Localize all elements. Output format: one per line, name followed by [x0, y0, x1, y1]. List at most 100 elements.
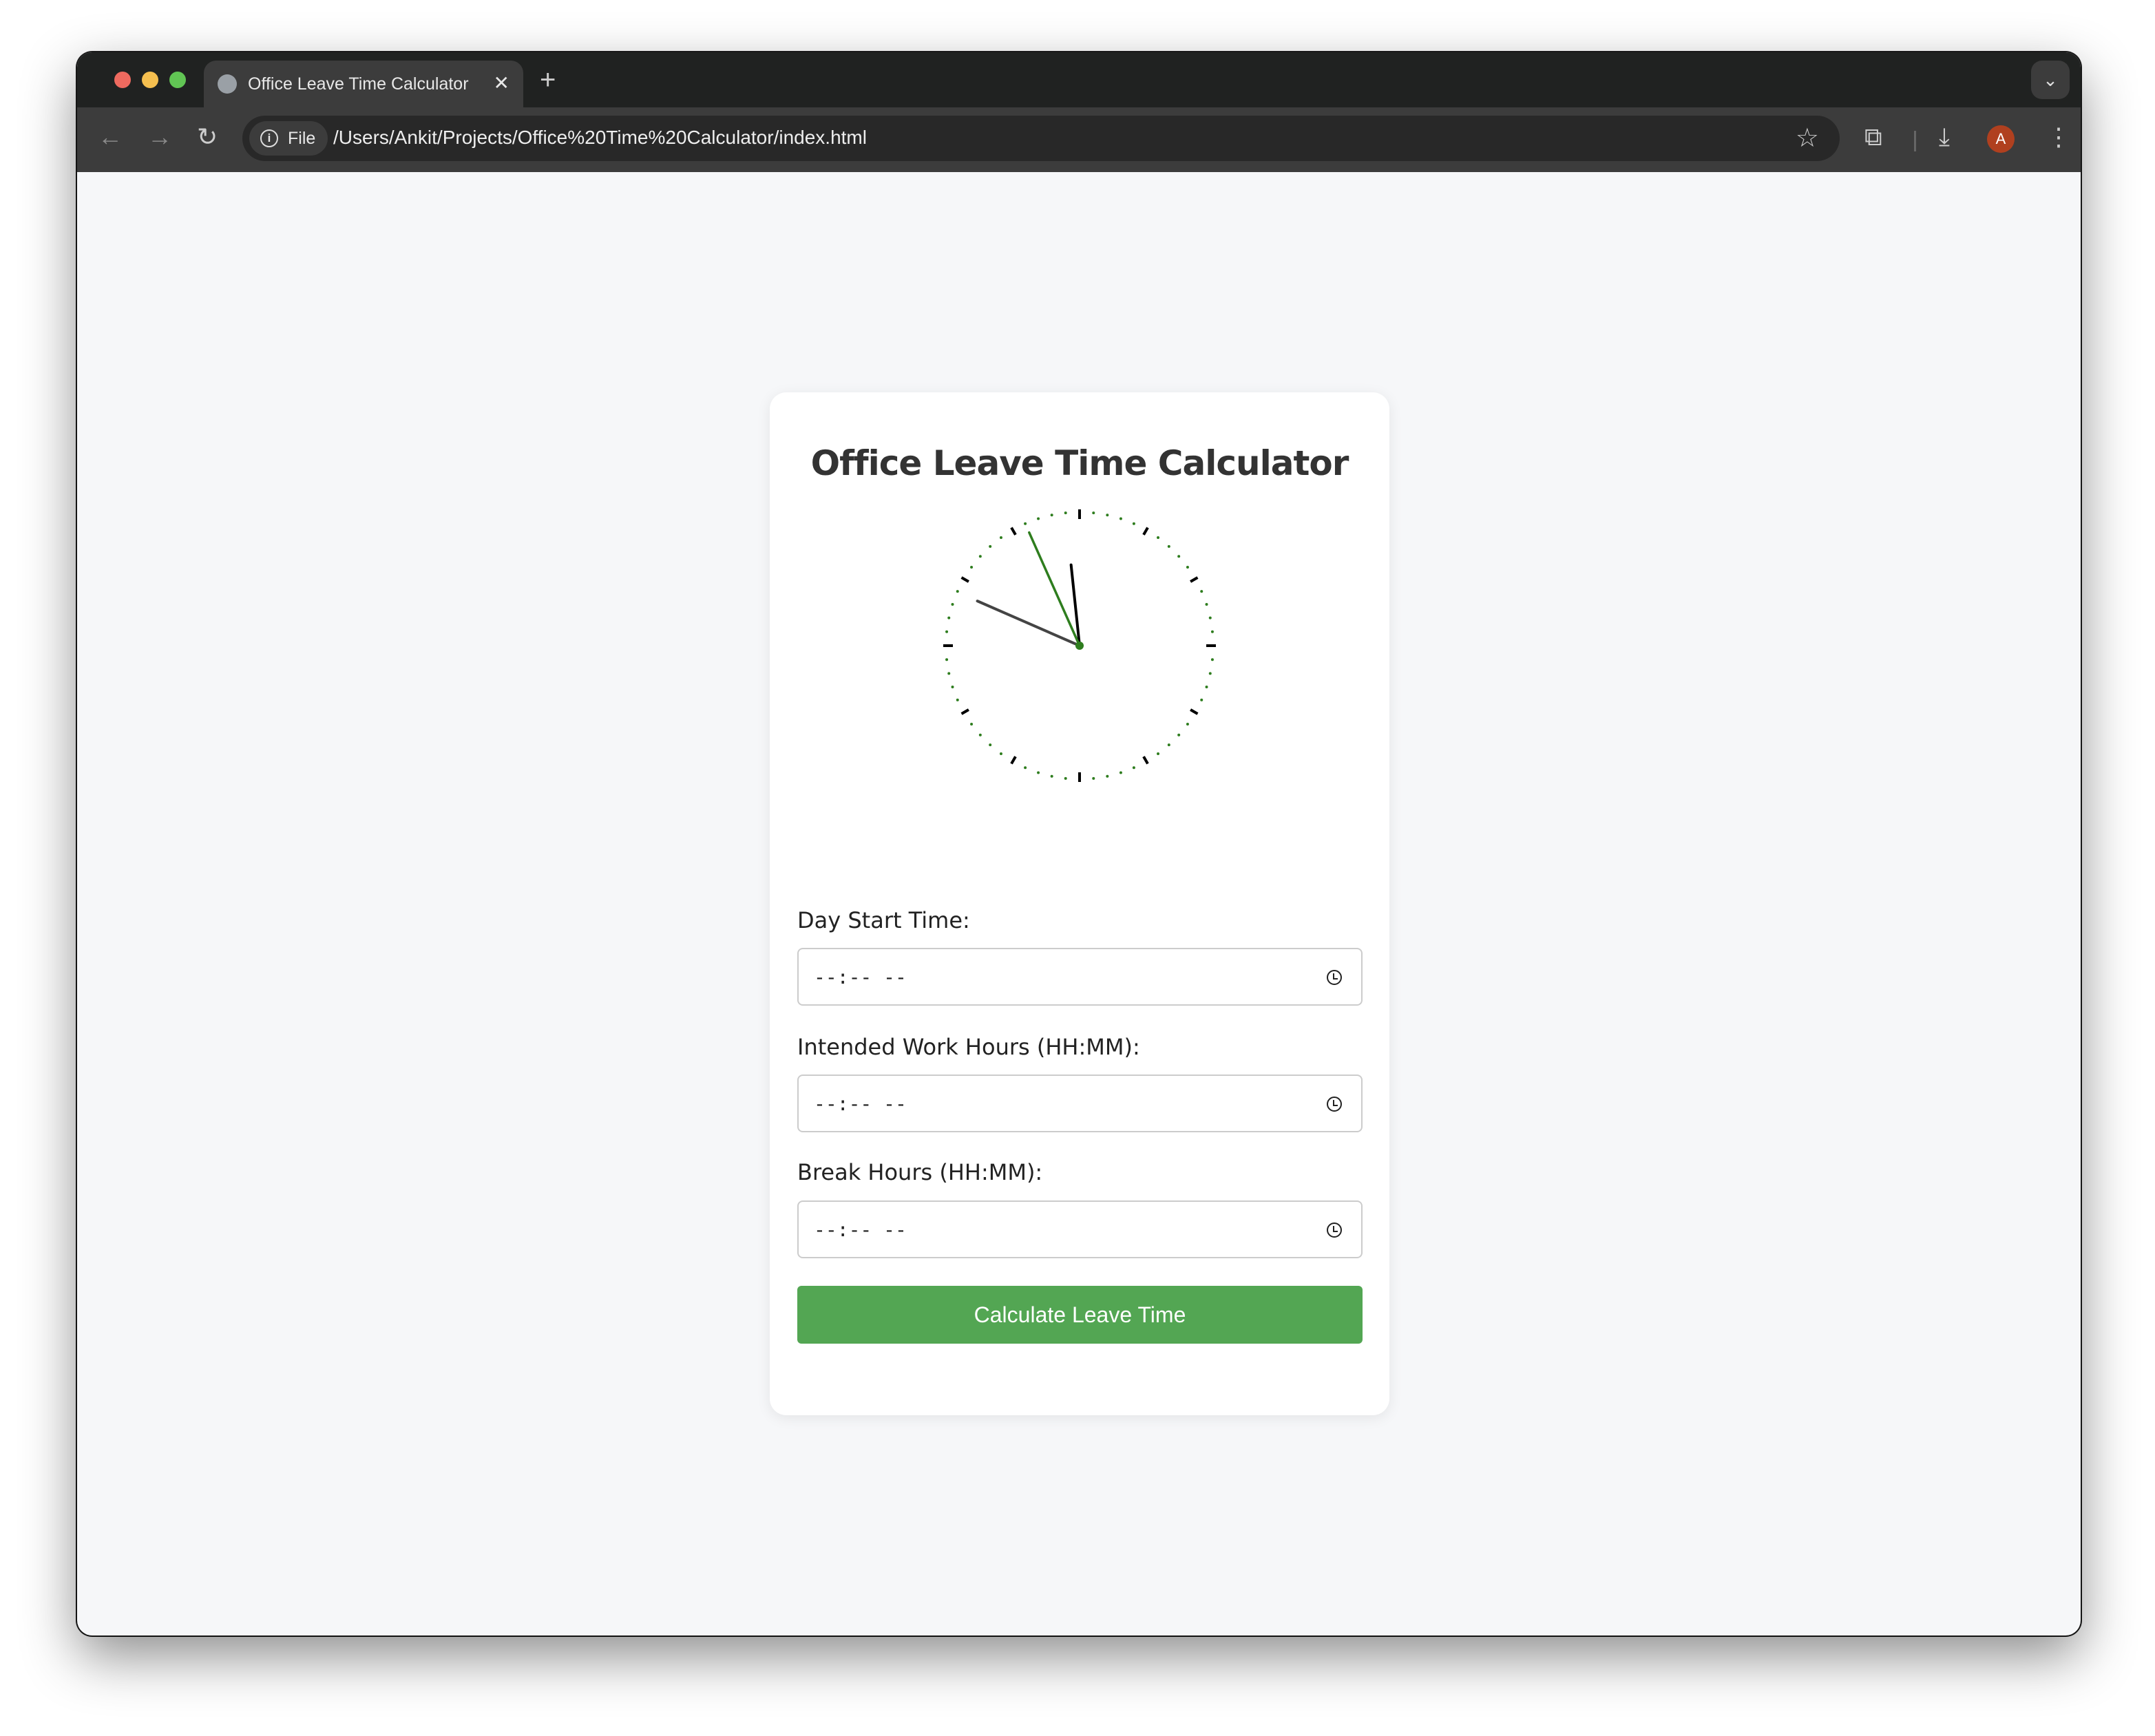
calculate-button[interactable]: Calculate Leave Time: [797, 1286, 1363, 1344]
hour-tick: [1190, 576, 1199, 583]
tab-strip: Office Leave Time Calculator ✕ + ⌄: [77, 52, 2081, 109]
minute-dot: [1167, 544, 1170, 548]
minute-dot: [1200, 698, 1203, 701]
minute-dot: [1106, 774, 1109, 778]
minute-dot: [1186, 723, 1189, 726]
minute-dot: [956, 698, 959, 701]
extensions-icon[interactable]: ⧉: [1864, 123, 1882, 152]
minute-dot: [1037, 517, 1040, 520]
minute-dot: [1092, 511, 1095, 515]
minute-dot: [1177, 733, 1181, 737]
site-info-chip[interactable]: i File: [249, 121, 328, 156]
break-hours-label: Break Hours (HH:MM):: [797, 1159, 1043, 1185]
back-icon[interactable]: ←: [98, 123, 123, 151]
minute-dot: [1037, 771, 1040, 774]
minute-dot: [956, 590, 959, 593]
minute-dot: [1024, 522, 1027, 525]
minimize-window-button[interactable]: [142, 72, 158, 88]
minute-dot: [1177, 555, 1181, 558]
minute-dot: [989, 544, 992, 548]
toolbar: ← → ↻ i File /Users/Ankit/Projects/Offic…: [77, 107, 2081, 172]
second-hand: [1028, 531, 1081, 647]
tab-close-icon[interactable]: ✕: [494, 72, 509, 94]
reload-icon[interactable]: ↻: [197, 123, 218, 151]
minute-dot: [978, 555, 982, 558]
work-hours-value: --:-- --: [814, 1092, 907, 1115]
minute-dot: [1106, 514, 1109, 517]
clock-icon[interactable]: [1327, 1222, 1342, 1238]
minute-dot: [1119, 517, 1122, 520]
menu-icon[interactable]: ⋮: [2046, 123, 2071, 151]
maximize-window-button[interactable]: [169, 72, 186, 88]
forward-icon[interactable]: →: [147, 123, 172, 151]
url-text[interactable]: /Users/Ankit/Projects/Office%20Time%20Ca…: [333, 127, 867, 149]
minute-dot: [1157, 752, 1160, 755]
minute-dot: [1186, 565, 1189, 569]
minute-dot: [1205, 685, 1208, 688]
toolbar-divider: [1914, 131, 1916, 151]
minute-dot: [1050, 514, 1053, 517]
work-hours-input[interactable]: --:-- --: [797, 1075, 1363, 1132]
hour-tick: [1010, 527, 1017, 536]
minute-dot: [1064, 511, 1067, 515]
minute-dot: [945, 658, 949, 661]
minute-dot: [970, 723, 974, 726]
analog-clock: [943, 509, 1216, 782]
download-icon[interactable]: ⤓: [1939, 123, 1950, 152]
minute-dot: [1092, 776, 1095, 780]
minute-dot: [970, 565, 974, 569]
minute-dot: [1132, 766, 1135, 770]
minute-dot: [951, 603, 954, 606]
minute-dot: [1208, 672, 1212, 675]
minute-dot: [1119, 771, 1122, 774]
minute-dot: [1157, 536, 1160, 540]
hour-tick: [1142, 756, 1149, 765]
minute-dot: [1210, 658, 1214, 661]
hour-tick: [1010, 756, 1017, 765]
minute-dot: [1208, 616, 1212, 620]
clock-icon[interactable]: [1327, 970, 1342, 985]
minute-dot: [1200, 590, 1203, 593]
minute-dot: [978, 733, 982, 737]
break-hours-input[interactable]: --:-- --: [797, 1200, 1363, 1258]
hour-tick: [960, 576, 969, 583]
minute-dot: [989, 743, 992, 747]
minute-dot: [947, 616, 951, 620]
minute-dot: [1050, 774, 1053, 778]
minute-hand: [976, 600, 1081, 647]
clock-center: [1075, 642, 1084, 650]
calculator-card: Office Leave Time Calculator Day Start T…: [770, 392, 1389, 1415]
minute-dot: [1064, 776, 1067, 780]
minute-dot: [1205, 603, 1208, 606]
minute-dot: [999, 536, 1002, 540]
tab-active[interactable]: Office Leave Time Calculator ✕: [204, 61, 523, 109]
day-start-label: Day Start Time:: [797, 907, 970, 933]
minute-dot: [1132, 522, 1135, 525]
minute-dot: [945, 630, 949, 633]
clock-icon[interactable]: [1327, 1097, 1342, 1112]
tab-title: Office Leave Time Calculator: [248, 74, 469, 94]
day-start-input[interactable]: --:-- --: [797, 948, 1363, 1006]
hour-tick: [1190, 708, 1199, 715]
browser-window: Office Leave Time Calculator ✕ + ⌄ ← → ↻…: [77, 52, 2081, 1636]
hour-tick: [960, 708, 969, 715]
day-start-value: --:-- --: [814, 966, 907, 988]
minute-dot: [947, 672, 951, 675]
tab-search-chevron-icon[interactable]: ⌄: [2031, 61, 2070, 99]
globe-icon: [218, 74, 237, 94]
minute-dot: [1167, 743, 1170, 747]
address-bar[interactable]: i File /Users/Ankit/Projects/Office%20Ti…: [242, 116, 1840, 161]
minute-dot: [999, 752, 1002, 755]
info-icon: i: [260, 129, 278, 147]
break-hours-value: --:-- --: [814, 1218, 907, 1241]
page-title: Office Leave Time Calculator: [810, 443, 1349, 483]
work-hours-label: Intended Work Hours (HH:MM):: [797, 1034, 1140, 1060]
chip-label: File: [288, 129, 316, 148]
bookmark-star-icon[interactable]: ☆: [1796, 123, 1819, 154]
minute-dot: [951, 685, 954, 688]
new-tab-button[interactable]: +: [540, 65, 556, 96]
hour-tick: [1142, 527, 1149, 536]
minute-dot: [1024, 766, 1027, 770]
avatar[interactable]: A: [1987, 125, 2015, 153]
close-window-button[interactable]: [114, 72, 131, 88]
